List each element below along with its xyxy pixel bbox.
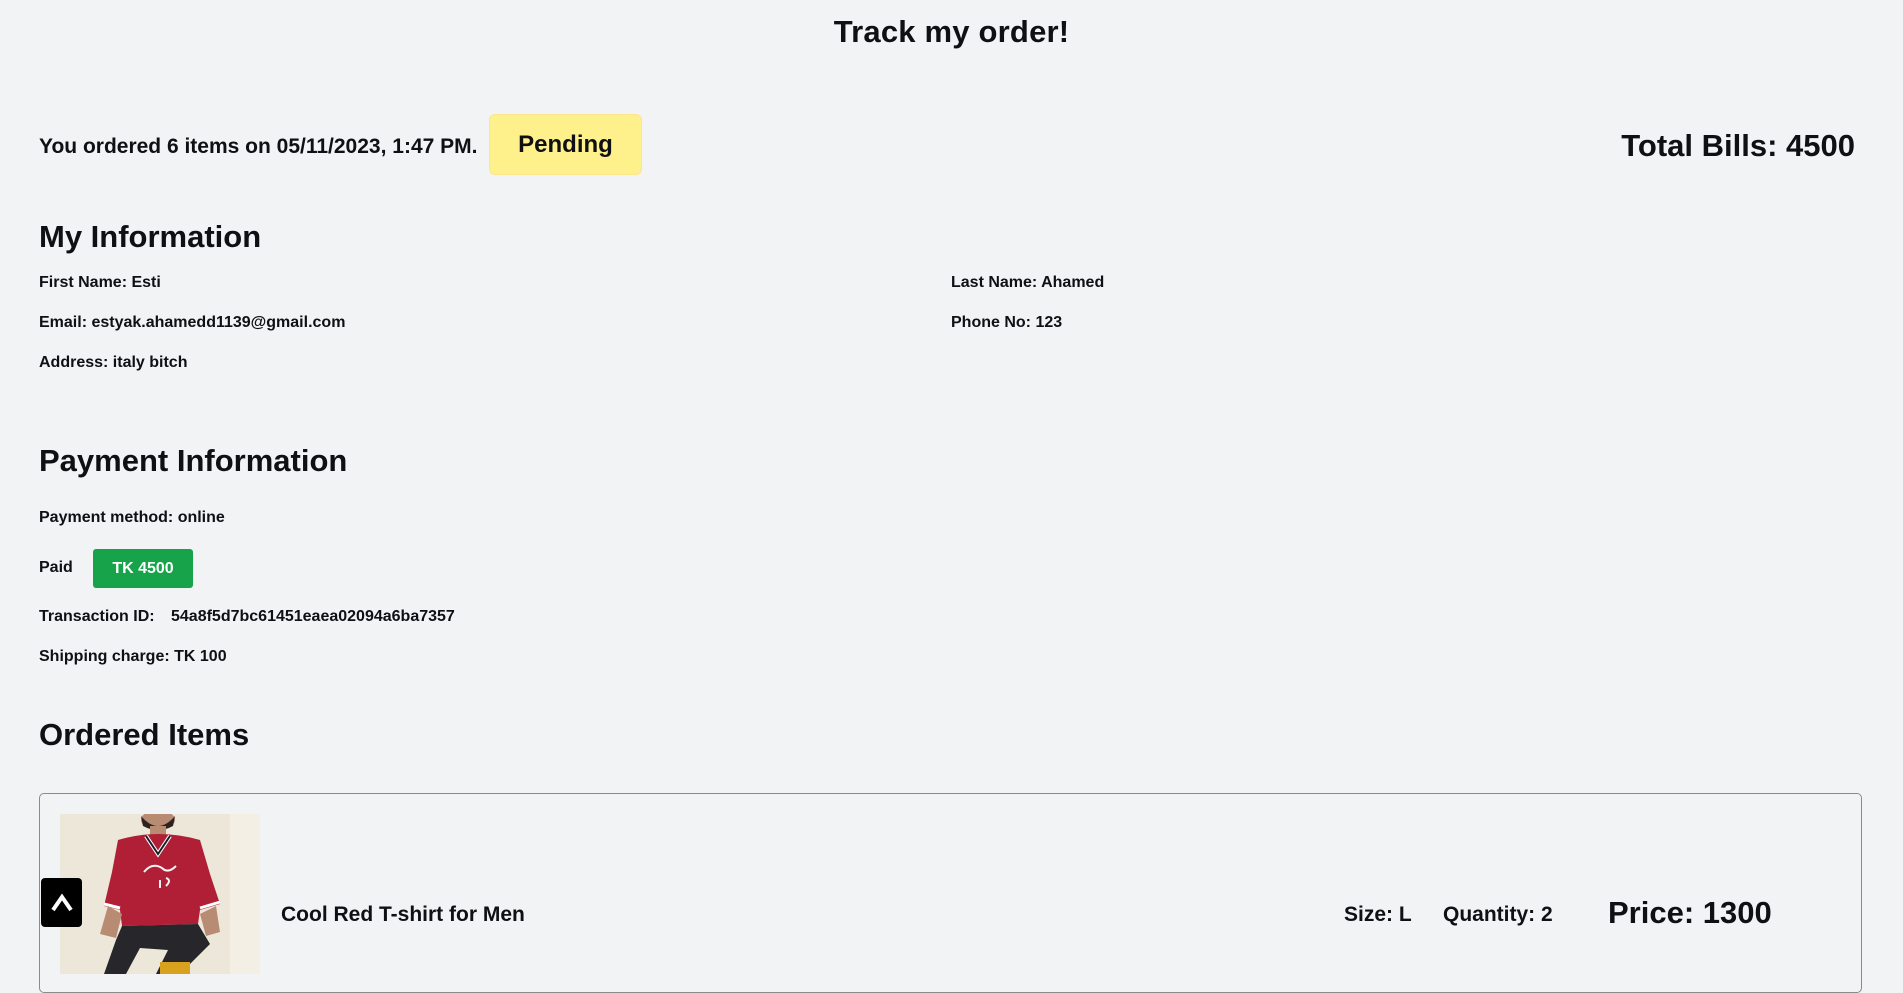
product-image (60, 814, 260, 974)
page-title: Track my order! (833, 14, 1070, 49)
my-information-heading: My Information (39, 219, 262, 254)
address: Address: italy bitch (39, 354, 188, 371)
item-price: Price: 1300 (1608, 895, 1772, 930)
total-bills: Total Bills: 4500 (1621, 128, 1855, 163)
last-name: Last Name: Ahamed (951, 274, 1105, 291)
product-photo (60, 814, 260, 974)
paid-label: Paid (39, 559, 73, 576)
shipping-charge: Shipping charge: TK 100 (39, 648, 227, 665)
ordered-items-heading: Ordered Items (39, 717, 250, 752)
transaction-id: 54a8f5d7bc61451eaea02094a6ba7357 (171, 608, 455, 625)
item-name: Cool Red T-shirt for Men (281, 903, 525, 926)
transaction-id-label: Transaction ID: (39, 608, 155, 625)
caret-up-icon (50, 892, 73, 911)
paid-amount-badge: TK 4500 (93, 549, 193, 588)
ordered-item-card: Cool Red T-shirt for Men Size: L Quantit… (39, 793, 1862, 993)
scroll-to-top-button[interactable] (41, 878, 82, 927)
first-name: First Name: Esti (39, 274, 161, 291)
payment-information-heading: Payment Information (39, 443, 348, 478)
item-quantity: Quantity: 2 (1443, 903, 1553, 926)
status-badge: Pending (489, 114, 642, 175)
email: Email: estyak.ahamedd1139@gmail.com (39, 314, 346, 331)
payment-method: Payment method: online (39, 509, 225, 526)
item-size: Size: L (1344, 903, 1412, 926)
order-summary: You ordered 6 items on 05/11/2023, 1:47 … (39, 114, 1855, 176)
order-summary-text: You ordered 6 items on 05/11/2023, 1:47 … (39, 135, 478, 158)
phone-number: Phone No: 123 (951, 314, 1063, 331)
